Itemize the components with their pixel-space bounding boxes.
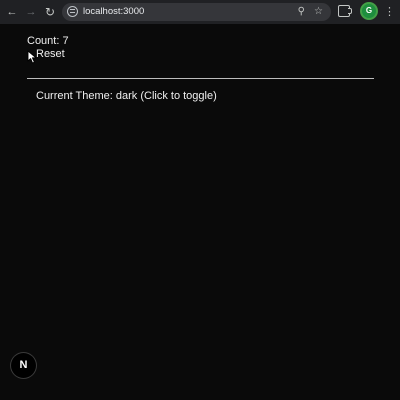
zoom-icon[interactable]: ⚲ <box>298 5 305 19</box>
theme-toggle[interactable]: Current Theme: dark (Click to toggle) <box>36 89 217 103</box>
nextjs-dev-indicator[interactable]: N <box>11 353 36 378</box>
browser-menu-icon[interactable]: ⋮ <box>384 4 395 20</box>
forward-arrow-icon[interactable]: → <box>24 4 38 20</box>
divider <box>27 78 374 79</box>
reset-button[interactable]: Reset <box>36 47 65 61</box>
browser-toolbar: ← → ↻ localhost:3000 ⚲ ☆ G ⋮ <box>0 0 400 24</box>
address-bar[interactable]: localhost:3000 ⚲ ☆ <box>62 3 331 21</box>
url-text[interactable]: localhost:3000 <box>83 5 144 19</box>
back-arrow-icon[interactable]: ← <box>5 4 19 20</box>
bookmark-star-icon[interactable]: ☆ <box>314 5 323 19</box>
site-info-icon[interactable] <box>67 6 78 17</box>
profile-avatar[interactable]: G <box>362 4 376 18</box>
reload-icon[interactable]: ↻ <box>43 4 57 20</box>
count-display: Count: 7 <box>27 35 69 47</box>
extensions-puzzle-icon[interactable] <box>338 5 352 17</box>
page-content: Count: 7 Reset Current Theme: dark (Clic… <box>0 24 400 400</box>
